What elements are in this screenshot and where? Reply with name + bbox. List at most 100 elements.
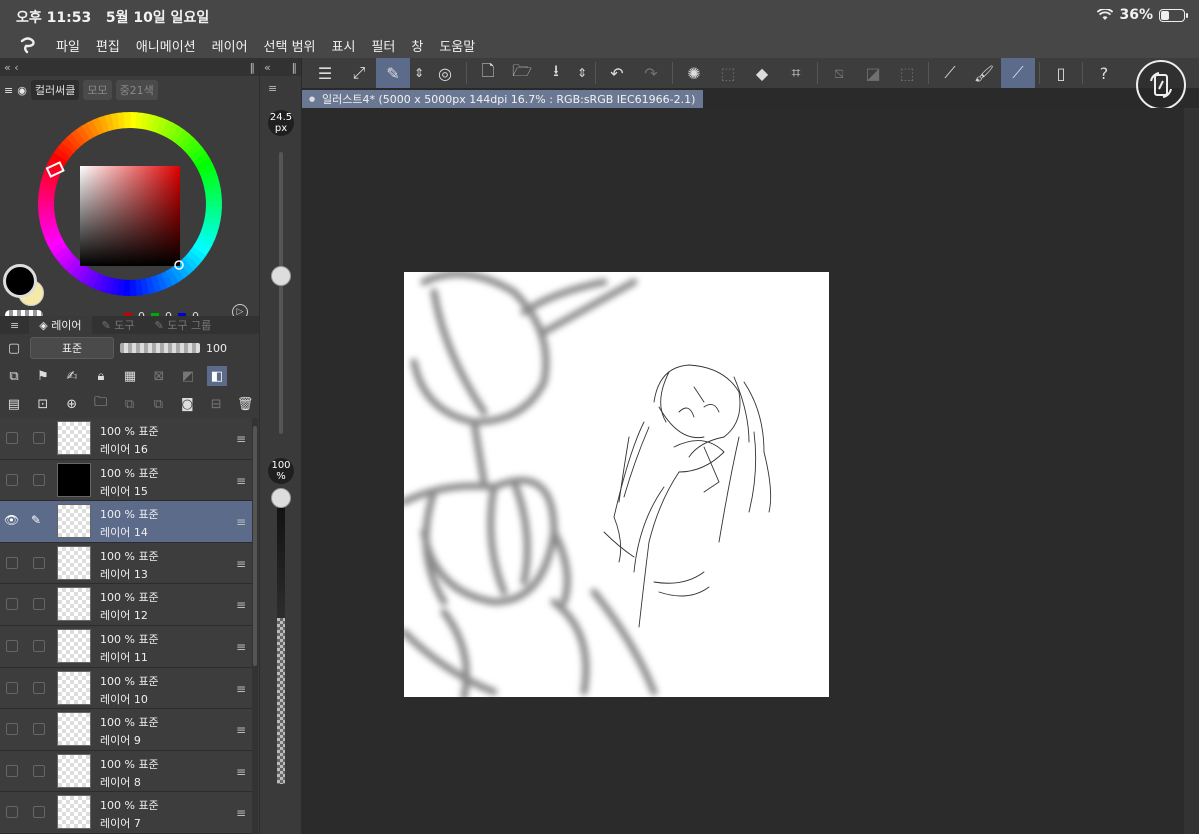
tab-color-set[interactable]: 중21색 xyxy=(115,80,158,100)
visibility-toggle[interactable] xyxy=(6,723,18,736)
layer-row[interactable]: 👁︎ ✎ 100 % 표준 레이어 14 ≡ xyxy=(0,501,252,543)
menu-filter[interactable]: 필터 xyxy=(371,36,395,55)
layer-lock-toggle[interactable] xyxy=(33,764,45,777)
visibility-toggle[interactable] xyxy=(6,432,18,444)
layer-opacity-slider[interactable] xyxy=(120,343,200,353)
tab-color-mode[interactable]: 모모 xyxy=(83,80,112,100)
drag-handle-icon[interactable]: ≡ xyxy=(236,723,246,737)
menu-edit[interactable]: 편집 xyxy=(96,36,120,55)
add-mask-icon[interactable]: ◙ xyxy=(177,394,197,414)
menu-layer[interactable]: 레이어 xyxy=(212,36,248,55)
drag-handle-icon[interactable]: ≡ xyxy=(236,682,246,696)
pen-tool-icon[interactable]: ⟋ xyxy=(1001,58,1035,88)
chevron-updown-icon[interactable]: ⇕ xyxy=(410,58,428,88)
open-folder-icon[interactable]: 🗁︎ xyxy=(505,58,539,88)
cloud-sync-icon[interactable]: ◎ xyxy=(428,58,462,88)
menu-file[interactable]: 파일 xyxy=(56,36,80,55)
apply-mask-icon[interactable]: ⊟ xyxy=(206,394,226,414)
mask-edit-icon[interactable]: ◩ xyxy=(178,366,198,386)
tab-tool[interactable]: ✎ 도구 xyxy=(92,316,145,334)
layer-lock-toggle[interactable] xyxy=(33,681,45,694)
app-logo-icon[interactable] xyxy=(18,35,38,55)
transform-icon[interactable]: ⌗ xyxy=(779,58,813,88)
layer-row[interactable]: 100 % 표준 레이어 13 ≡ xyxy=(0,542,252,585)
layer-lock-toggle[interactable] xyxy=(33,432,45,444)
fill-icon[interactable]: ◆ xyxy=(745,58,779,88)
transfer-down-icon[interactable]: ⧉ xyxy=(148,394,168,414)
menu-animation[interactable]: 애니메이션 xyxy=(136,36,196,55)
collapse-left-icon[interactable]: « xyxy=(264,61,271,74)
layer-row[interactable]: 100 % 표준 레이어 16 ≡ xyxy=(0,418,252,460)
undo-icon[interactable]: ↶ xyxy=(600,58,634,88)
brush-icon[interactable]: 🖌︎ xyxy=(967,58,1001,88)
lock-transparency-icon[interactable]: ▦ xyxy=(120,366,140,386)
draft-layer-icon[interactable]: ✍ xyxy=(62,366,82,386)
edit-pen-icon[interactable]: ✎ xyxy=(31,513,41,527)
layer-color-icon[interactable]: ▢ xyxy=(4,338,24,358)
select-all-icon[interactable]: ✺ xyxy=(677,58,711,88)
visibility-toggle[interactable] xyxy=(6,639,18,652)
drag-handle-icon[interactable]: ≡ xyxy=(236,557,246,571)
drag-handle-icon[interactable]: ≡ xyxy=(236,432,246,446)
delete-layer-icon[interactable]: 🗑︎ xyxy=(235,394,255,414)
visibility-toggle[interactable] xyxy=(6,473,18,486)
menu-view[interactable]: 표시 xyxy=(332,36,356,55)
layer-opacity-value[interactable]: 100 xyxy=(206,342,227,355)
deselect-icon[interactable]: ⬚ xyxy=(711,58,745,88)
help-icon[interactable]: ? xyxy=(1087,58,1121,88)
smartphone-mode-button[interactable] xyxy=(1136,60,1186,110)
layer-lock-toggle[interactable] xyxy=(33,639,45,652)
device-icon[interactable]: ▯ xyxy=(1044,58,1078,88)
tab-color-wheel[interactable]: 컬러써클 xyxy=(30,80,80,100)
visibility-toggle[interactable] xyxy=(6,806,18,819)
artboard[interactable] xyxy=(404,272,829,697)
new-vector-layer-icon[interactable]: ⊡ xyxy=(33,394,53,414)
crop-icon[interactable]: ⬚ xyxy=(890,58,924,88)
layer-row[interactable]: 100 % 표준 레이어 11 ≡ xyxy=(0,625,252,668)
panel-menu-icon[interactable]: ≡ xyxy=(268,82,277,95)
edit-mode-icon[interactable]: ✎ xyxy=(376,58,410,88)
layer-lock-toggle[interactable] xyxy=(33,556,45,569)
layer-lock-toggle[interactable] xyxy=(33,806,45,819)
layer-row[interactable]: 100 % 표준 레이어 9 ≡ xyxy=(0,709,252,751)
drag-handle-icon[interactable]: ≡ xyxy=(236,806,246,820)
collapse-left-icon[interactable]: « ‹ xyxy=(4,61,19,74)
color-wheel[interactable] xyxy=(30,104,230,304)
layer-color-toggle-icon[interactable]: ◧ xyxy=(207,366,227,386)
eye-icon[interactable]: 👁︎ xyxy=(4,513,19,527)
menu-icon[interactable]: ☰ xyxy=(308,58,342,88)
layer-row[interactable]: 100 % 표준 레이어 8 ≡ xyxy=(0,750,252,793)
brush-size-slider[interactable] xyxy=(279,152,283,434)
sketch-drawing[interactable] xyxy=(404,272,829,697)
panel-grip-icon[interactable]: ‖ xyxy=(292,61,298,74)
layer-row[interactable]: 100 % 표준 레이어 12 ≡ xyxy=(0,584,252,626)
hue-ring-segment[interactable] xyxy=(123,112,131,129)
save-icon[interactable]: ⭳ xyxy=(539,58,573,88)
merge-down-icon[interactable]: ⧉ xyxy=(120,394,140,414)
layer-row[interactable]: 100 % 표준 레이어 10 ≡ xyxy=(0,667,252,710)
visibility-toggle[interactable] xyxy=(6,681,18,694)
layer-lock-toggle[interactable] xyxy=(33,473,45,486)
drag-handle-icon[interactable]: ≡ xyxy=(236,640,246,654)
redo-icon[interactable]: ↷ xyxy=(634,58,668,88)
ruler-icon[interactable]: ⟋ xyxy=(933,58,967,88)
main-color-swatch[interactable] xyxy=(3,264,37,298)
visibility-toggle[interactable] xyxy=(6,556,18,569)
tab-layer[interactable]: ◈ 레이어 xyxy=(29,316,92,334)
menu-help[interactable]: 도움말 xyxy=(439,36,475,55)
lock-icon[interactable]: 🔒︎ xyxy=(91,366,111,386)
tab-tool-group[interactable]: ✎ 도구 그룹 xyxy=(145,316,222,334)
brush-opacity-knob[interactable] xyxy=(271,488,291,508)
layer-row[interactable]: 100 % 표준 레이어 15 ≡ xyxy=(0,459,252,502)
drag-handle-icon[interactable]: ≡ xyxy=(236,474,246,488)
clear-outside-icon[interactable]: ◪ xyxy=(856,58,890,88)
fit-screen-icon[interactable]: ⤢ xyxy=(342,58,376,88)
layer-scroll-thumb[interactable] xyxy=(253,426,257,666)
document-tab[interactable]: 일러스트4* (5000 x 5000px 144dpi 16.7% : RGB… xyxy=(302,90,704,108)
menu-selection[interactable]: 선택 범위 xyxy=(264,36,316,55)
mask-enable-icon[interactable]: ⊠ xyxy=(149,366,169,386)
drag-handle-icon[interactable]: ≡ xyxy=(236,598,246,612)
clip-layer-icon[interactable]: ⧉ xyxy=(4,366,24,386)
blend-mode-select[interactable]: 표준 xyxy=(30,337,114,359)
layer-lock-toggle[interactable] xyxy=(33,598,45,611)
